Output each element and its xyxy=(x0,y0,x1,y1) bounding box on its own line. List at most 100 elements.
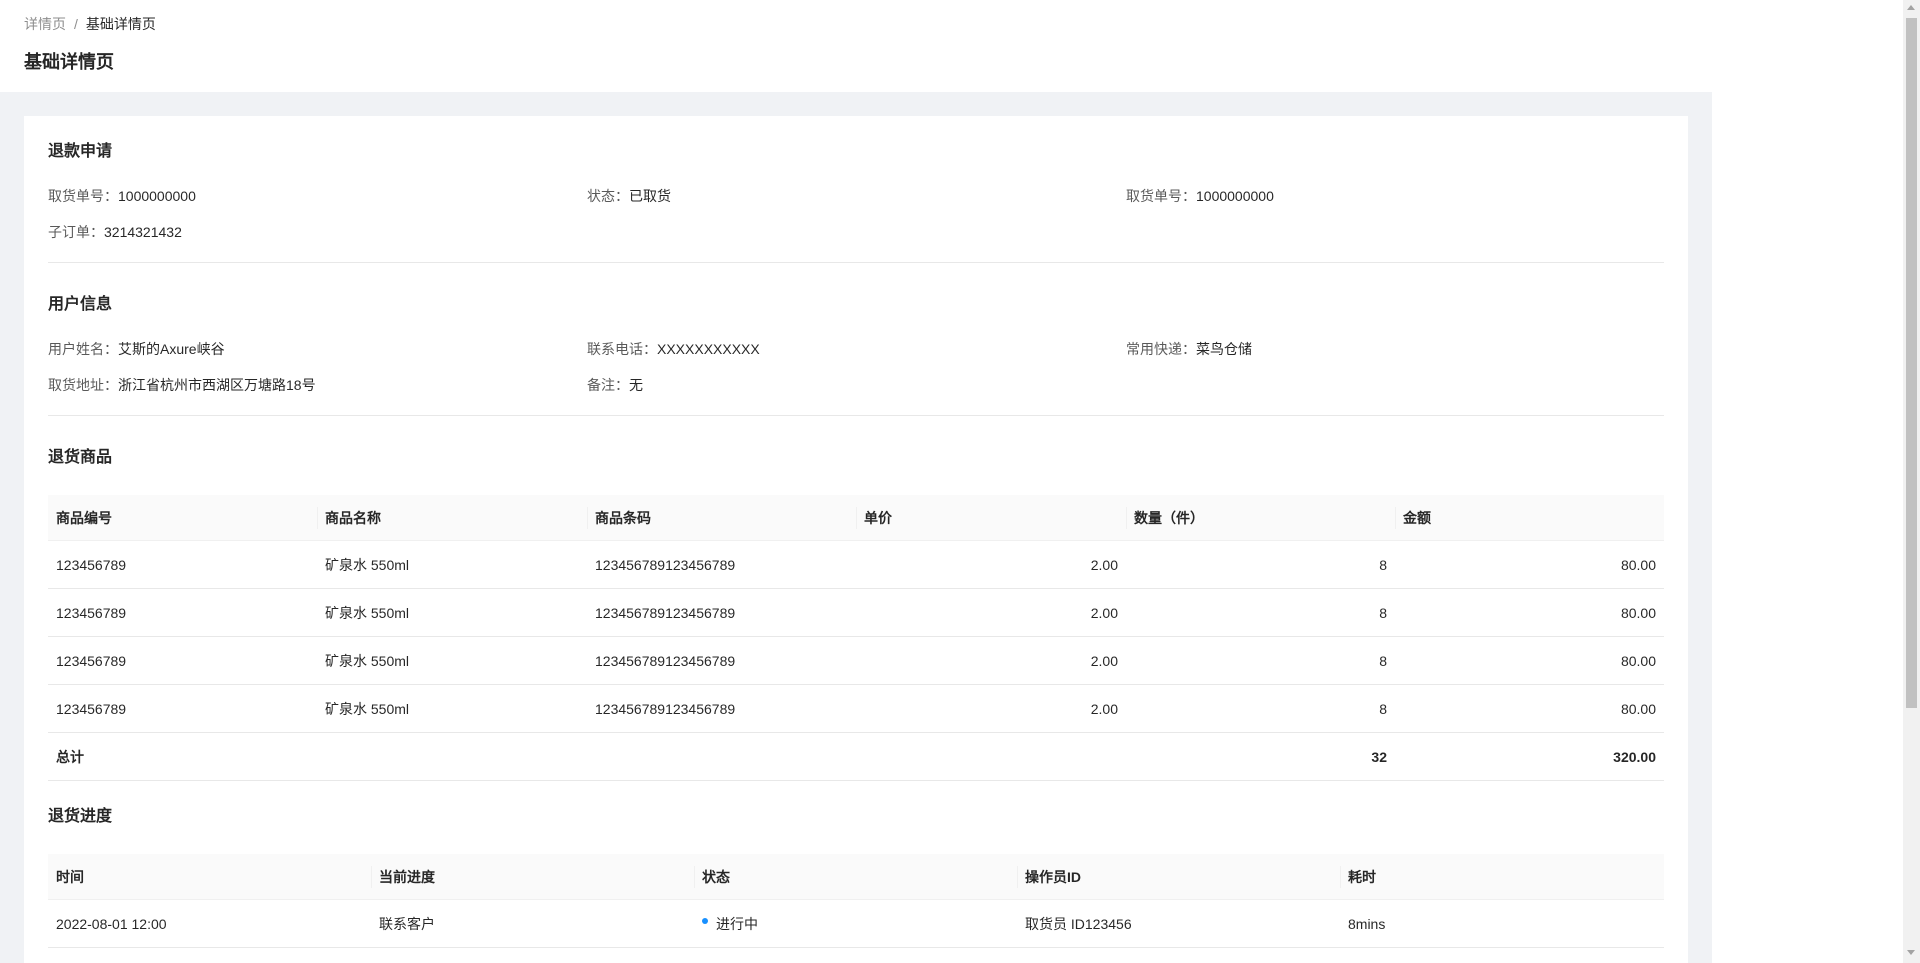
desc-item-user-name: 用户姓名：艾斯的Axure峡谷 xyxy=(48,338,587,374)
desc-value: 浙江省杭州市西湖区万塘路18号 xyxy=(118,377,316,393)
cell-amount: 80.00 xyxy=(1395,637,1664,685)
scroll-down-arrow-icon[interactable] xyxy=(1907,950,1915,955)
desc-label: 取货单号： xyxy=(1126,188,1196,204)
breadcrumb: 详情页 / 基础详情页 xyxy=(24,13,156,35)
column-header: 操作员ID xyxy=(1017,854,1340,900)
progress-section-title: 退货进度 xyxy=(48,808,113,825)
cell-unit-price: 2.00 xyxy=(856,685,1126,733)
status-processing-dot-icon xyxy=(702,917,708,924)
cell-product-name: 矿泉水 550ml xyxy=(317,541,587,589)
cell-empty xyxy=(317,733,587,781)
desc-item-sub-order: 子订单：3214321432 xyxy=(48,221,587,257)
cell-barcode: 123456789123456789 xyxy=(587,541,856,589)
section-divider xyxy=(48,415,1664,416)
table-row: 123456789 矿泉水 550ml 123456789123456789 2… xyxy=(48,541,1664,589)
desc-label: 联系电话： xyxy=(587,341,657,357)
desc-item-remark: 备注：无 xyxy=(587,374,1126,410)
breadcrumb-current: 基础详情页 xyxy=(85,16,156,32)
cell-empty xyxy=(856,733,1126,781)
column-header: 金额 xyxy=(1395,495,1664,541)
detail-card: 退款申请 取货单号：1000000000 状态：已取货 取货单号：1000000… xyxy=(24,116,1688,963)
cell-amount: 80.00 xyxy=(1395,685,1664,733)
desc-value: XXXXXXXXXXX xyxy=(657,341,760,357)
page-title: 基础详情页 xyxy=(24,52,114,72)
column-header: 耗时 xyxy=(1340,854,1664,900)
cell-time: 2022-08-01 12:00 xyxy=(48,900,371,948)
cell-quantity: 8 xyxy=(1126,541,1395,589)
goods-section-title: 退货商品 xyxy=(48,449,113,466)
cell-total-amount: 320.00 xyxy=(1395,733,1664,781)
progress-table: 时间 当前进度 状态 操作员ID 耗时 2022-08-01 12:00 联系客… xyxy=(48,854,1664,948)
cell-barcode: 123456789123456789 xyxy=(587,685,856,733)
table-row: 123456789 矿泉水 550ml 123456789123456789 2… xyxy=(48,589,1664,637)
table-total-row: 总计 32 320.00 xyxy=(48,733,1664,781)
page-header: 详情页 / 基础详情页 基础详情页 xyxy=(0,0,1712,92)
column-header: 当前进度 xyxy=(371,854,694,900)
desc-value: 1000000000 xyxy=(1196,188,1274,204)
cell-quantity: 8 xyxy=(1126,685,1395,733)
cell-unit-price: 2.00 xyxy=(856,541,1126,589)
user-section: 用户信息 用户姓名：艾斯的Axure峡谷 联系电话：XXXXXXXXXXX 常用… xyxy=(48,293,1664,410)
desc-label: 取货地址： xyxy=(48,377,118,393)
cell-duration: 8mins xyxy=(1340,900,1664,948)
cell-total-label: 总计 xyxy=(48,733,317,781)
column-header: 商品编号 xyxy=(48,495,317,541)
cell-barcode: 123456789123456789 xyxy=(587,589,856,637)
breadcrumb-separator: / xyxy=(74,16,78,32)
desc-item-pickup-no-2: 取货单号：1000000000 xyxy=(1126,185,1664,221)
cell-quantity: 8 xyxy=(1126,589,1395,637)
scrollbar-thumb[interactable] xyxy=(1906,18,1917,708)
table-row: 2022-08-01 12:00 联系客户 进行中 取货员 ID123456 8… xyxy=(48,900,1664,948)
goods-table: 商品编号 商品名称 商品条码 单价 数量（件） 金额 123456789 矿泉水… xyxy=(48,495,1664,781)
desc-label: 状态： xyxy=(587,188,629,204)
breadcrumb-link-detail[interactable]: 详情页 xyxy=(24,13,66,35)
column-header: 单价 xyxy=(856,495,1126,541)
cell-quantity: 8 xyxy=(1126,637,1395,685)
goods-section: 退货商品 商品编号 商品名称 商品条码 单价 数量（件） 金额 12345678… xyxy=(48,446,1664,781)
table-header-row: 时间 当前进度 状态 操作员ID 耗时 xyxy=(48,854,1664,900)
desc-value: 3214321432 xyxy=(104,224,182,240)
refund-descriptions: 取货单号：1000000000 状态：已取货 取货单号：1000000000 子… xyxy=(48,185,1664,257)
user-section-title: 用户信息 xyxy=(48,296,113,313)
cell-status: 进行中 xyxy=(694,900,1017,948)
desc-label: 用户姓名： xyxy=(48,341,118,357)
desc-value: 已取货 xyxy=(629,188,671,204)
cell-product-id: 123456789 xyxy=(48,685,317,733)
column-header: 时间 xyxy=(48,854,371,900)
user-descriptions: 用户姓名：艾斯的Axure峡谷 联系电话：XXXXXXXXXXX 常用快递：菜鸟… xyxy=(48,338,1664,410)
cell-product-id: 123456789 xyxy=(48,589,317,637)
refund-section: 退款申请 取货单号：1000000000 状态：已取货 取货单号：1000000… xyxy=(48,140,1664,257)
status-text: 进行中 xyxy=(716,915,758,932)
cell-product-id: 123456789 xyxy=(48,637,317,685)
cell-barcode: 123456789123456789 xyxy=(587,637,856,685)
table-row: 123456789 矿泉水 550ml 123456789123456789 2… xyxy=(48,637,1664,685)
cell-product-name: 矿泉水 550ml xyxy=(317,589,587,637)
desc-item-pickup-no: 取货单号：1000000000 xyxy=(48,185,587,221)
desc-label: 备注： xyxy=(587,377,629,393)
cell-empty xyxy=(587,733,856,781)
desc-value: 菜鸟仓储 xyxy=(1196,341,1252,357)
desc-label: 子订单： xyxy=(48,224,104,240)
desc-item-address: 取货地址：浙江省杭州市西湖区万塘路18号 xyxy=(48,374,587,410)
table-header-row: 商品编号 商品名称 商品条码 单价 数量（件） 金额 xyxy=(48,495,1664,541)
section-divider xyxy=(48,262,1664,263)
desc-item-courier: 常用快递：菜鸟仓储 xyxy=(1126,338,1664,374)
column-header: 状态 xyxy=(694,854,1017,900)
column-header: 数量（件） xyxy=(1126,495,1395,541)
cell-product-name: 矿泉水 550ml xyxy=(317,685,587,733)
desc-item-status: 状态：已取货 xyxy=(587,185,1126,221)
cell-total-quantity: 32 xyxy=(1126,733,1395,781)
desc-value: 艾斯的Axure峡谷 xyxy=(118,341,225,357)
cell-product-id: 123456789 xyxy=(48,541,317,589)
scroll-up-arrow-icon[interactable] xyxy=(1907,5,1915,10)
progress-section: 退货进度 时间 当前进度 状态 操作员ID 耗时 2022-08-01 12:0… xyxy=(48,805,1664,948)
desc-label: 取货单号： xyxy=(48,188,118,204)
cell-amount: 80.00 xyxy=(1395,541,1664,589)
cell-operator: 取货员 ID123456 xyxy=(1017,900,1340,948)
app-background: 详情页 / 基础详情页 基础详情页 退款申请 取货单号：1000000000 状… xyxy=(0,0,1712,963)
desc-item-phone: 联系电话：XXXXXXXXXXX xyxy=(587,338,1126,374)
table-row: 123456789 矿泉水 550ml 123456789123456789 2… xyxy=(48,685,1664,733)
desc-value: 1000000000 xyxy=(118,188,196,204)
column-header: 商品名称 xyxy=(317,495,587,541)
refund-section-title: 退款申请 xyxy=(48,143,113,160)
